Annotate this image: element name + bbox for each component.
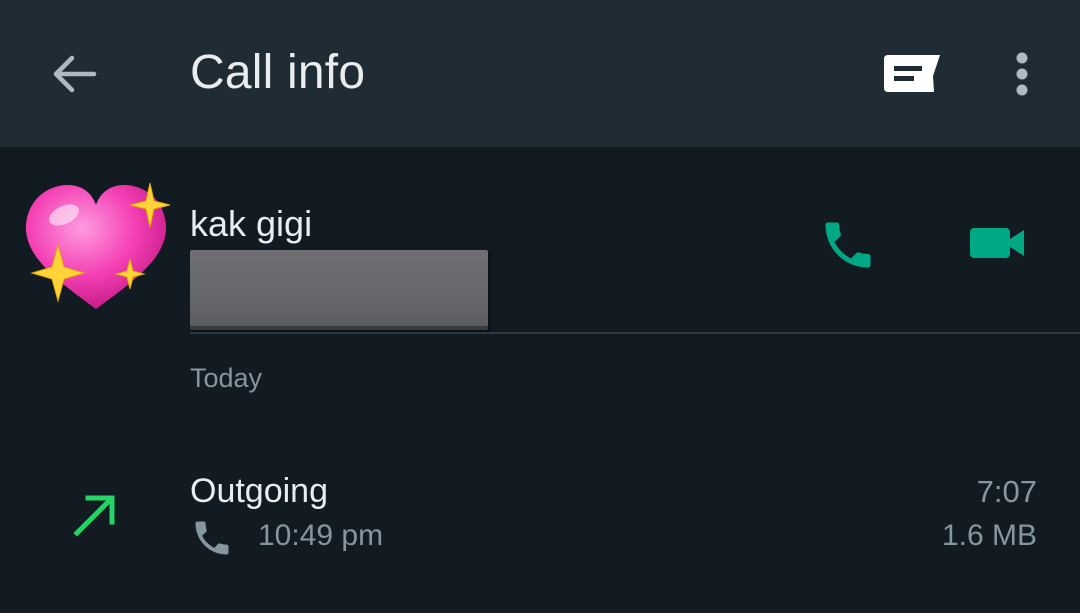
call-kind (190, 516, 234, 560)
call-log-row[interactable]: Outgoing 10:49 pm 7:07 1.6 MB (0, 450, 1080, 570)
videocam-icon (970, 228, 1024, 258)
contact-header: kak gigi (0, 147, 1080, 337)
message-button[interactable] (878, 48, 948, 102)
arrow-left-icon (53, 55, 97, 93)
voice-call-button[interactable] (818, 215, 878, 275)
call-data-size: 1.6 MB (941, 519, 1037, 552)
call-direction (68, 488, 122, 542)
divider (190, 332, 1080, 334)
more-vertical-icon (1016, 52, 1028, 96)
contact-name: kak gigi (190, 203, 313, 244)
more-options-button[interactable] (1000, 44, 1044, 104)
message-icon (884, 55, 940, 92)
back-button[interactable] (44, 44, 104, 104)
call-time: 10:49 pm (258, 519, 384, 552)
outgoing-arrow-icon (73, 495, 115, 537)
phone-icon (195, 521, 229, 555)
phone-icon (825, 222, 871, 268)
page-title: Call info (190, 46, 366, 99)
app-bar: Call info (0, 0, 1080, 147)
call-type: Outgoing (190, 472, 328, 510)
redacted-status-block (190, 250, 488, 330)
section-label-date: Today (190, 363, 263, 393)
avatar[interactable] (18, 177, 174, 317)
video-call-button[interactable] (962, 217, 1032, 269)
sparkling-heart-avatar-icon (25, 182, 171, 309)
call-duration: 7:07 (976, 474, 1037, 509)
